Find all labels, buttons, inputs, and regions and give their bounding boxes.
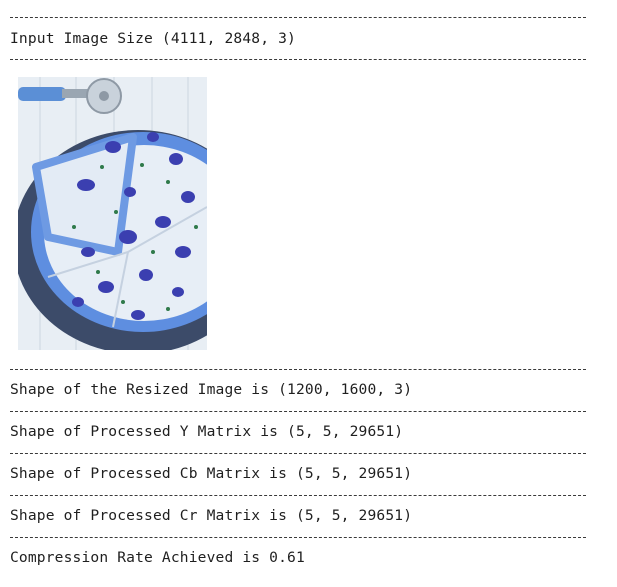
cb-matrix-shape-line: Shape of Processed Cb Matrix is (5, 5, 2…	[10, 465, 413, 482]
resized-shape-line: Shape of the Resized Image is (1200, 160…	[10, 381, 413, 398]
input-size-line: Input Image Size (4111, 2848, 3)	[10, 30, 296, 47]
separator-line	[10, 537, 586, 538]
separator-line	[10, 495, 586, 496]
separator-line	[10, 17, 586, 18]
separator-line	[10, 59, 586, 60]
y-matrix-shape-line: Shape of Processed Y Matrix is (5, 5, 29…	[10, 423, 404, 440]
separator-line	[10, 369, 586, 370]
separator-line	[10, 453, 586, 454]
cr-matrix-shape-line: Shape of Processed Cr Matrix is (5, 5, 2…	[10, 507, 413, 524]
compression-rate-line: Compression Rate Achieved is 0.61	[10, 549, 305, 566]
separator-line	[10, 411, 586, 412]
pizza-image	[18, 77, 207, 350]
